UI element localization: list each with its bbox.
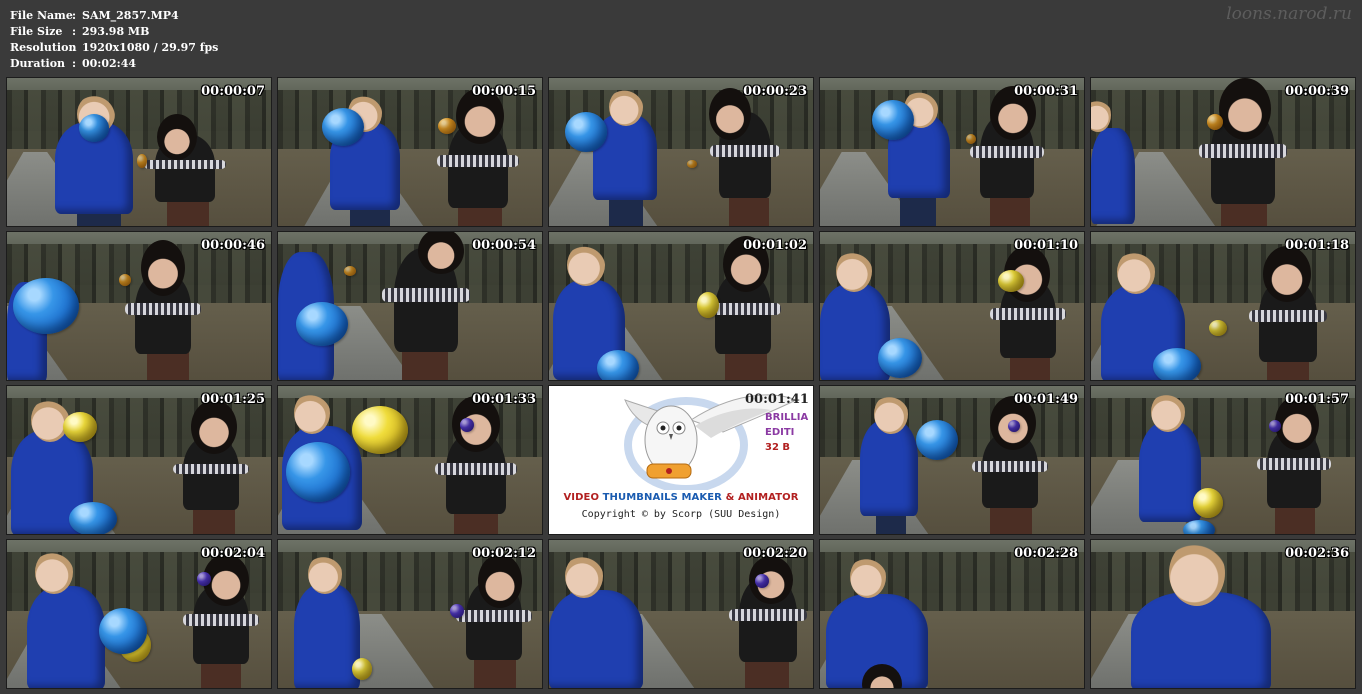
frame-timestamp: 00:01:25 [201,392,265,407]
frame-timestamp: 00:00:31 [1014,84,1078,99]
frame-timestamp: 00:02:12 [472,546,536,561]
info-separator: : [72,25,77,38]
video-frame [1091,540,1355,688]
video-frame [7,540,271,688]
info-value: 1920x1080 / 29.97 fps [82,41,219,54]
video-frame [7,78,271,226]
thumbnail[interactable]: 00:00:46 [6,231,272,381]
thumbnail-grid: 00:00:07 00:00:15 00:00:23 00:00:31 00:0… [6,77,1356,689]
frame-timestamp-overlay: 00:01:41 [745,392,809,407]
frame-timestamp: 00:01:10 [1014,238,1078,253]
info-separator: : [72,9,77,22]
thumbnail[interactable]: 00:01:49 [819,385,1085,535]
video-frame [7,232,271,380]
info-key: Resolution [10,41,77,54]
thumbnail[interactable]: 00:01:57 [1090,385,1356,535]
thumbnail[interactable]: 00:01:25 [6,385,272,535]
frame-timestamp: 00:00:07 [201,84,265,99]
info-separator: : [72,57,77,70]
thumbnail[interactable]: 00:00:07 [6,77,272,227]
thumbnail[interactable]: 00:02:04 [6,539,272,689]
frame-timestamp: 00:00:23 [743,84,807,99]
app-title-part: VIDEO [563,492,603,503]
thumbnail[interactable]: 00:00:23 [548,77,814,227]
thumbnail[interactable]: 00:00:15 [277,77,543,227]
thumbnail[interactable]: 00:01:10 [819,231,1085,381]
video-frame [1091,386,1355,534]
frame-timestamp: 00:01:57 [1285,392,1349,407]
info-row-file-size: File Size : 293.98 MB [10,24,218,40]
thumbnail[interactable]: 00:00:54 [277,231,543,381]
video-frame [820,540,1084,688]
video-frame [278,540,542,688]
info-value: SAM_2857.MP4 [82,9,179,22]
info-key: Duration [10,57,66,70]
frame-timestamp: 00:01:02 [743,238,807,253]
video-frame [7,386,271,534]
video-frame [820,78,1084,226]
info-separator: : [72,41,77,54]
edition-line: EDITI [765,427,795,438]
app-title-part: & ANIMATOR [721,492,799,503]
app-logo-tile: 00:01:41 BRILLIA EDITI 32 B VIDEO THUMBN… [548,385,814,535]
app-title: VIDEO THUMBNAILS MAKER & ANIMATOR [549,492,813,503]
thumbnail[interactable]: 00:01:02 [548,231,814,381]
frame-timestamp: 00:00:46 [201,238,265,253]
info-row-file-name: File Name : SAM_2857.MP4 [10,8,218,24]
frame-timestamp: 00:01:49 [1014,392,1078,407]
video-frame [820,232,1084,380]
frame-timestamp: 00:02:36 [1285,546,1349,561]
frame-timestamp: 00:00:15 [472,84,536,99]
video-frame [549,540,813,688]
info-value: 293.98 MB [82,25,150,38]
frame-timestamp: 00:02:28 [1014,546,1078,561]
info-row-duration: Duration : 00:02:44 [10,56,218,72]
video-frame [278,386,542,534]
app-title-part: THUMBNAILS MAKER [602,492,722,503]
site-watermark: loons.narod.ru [1226,4,1352,24]
info-key: File Size [10,25,63,38]
thumbnail[interactable]: 00:01:33 [277,385,543,535]
info-row-resolution: Resolution : 1920x1080 / 29.97 fps [10,40,218,56]
thumbnail[interactable]: 00:02:12 [277,539,543,689]
frame-timestamp: 00:00:39 [1285,84,1349,99]
edition-line: 32 B [765,442,791,453]
frame-timestamp: 00:02:20 [743,546,807,561]
video-frame [278,232,542,380]
video-frame [1091,232,1355,380]
video-frame [549,78,813,226]
frame-timestamp: 00:01:33 [472,392,536,407]
video-frame [820,386,1084,534]
thumbnail[interactable]: 00:02:20 [548,539,814,689]
file-info-panel: File Name : SAM_2857.MP4 File Size : 293… [10,8,218,72]
edition-label: BRILLIA EDITI 32 B [765,410,813,455]
thumbnail[interactable]: 00:01:18 [1090,231,1356,381]
frame-timestamp: 00:02:04 [201,546,265,561]
video-frame [1091,78,1355,226]
video-frame [278,78,542,226]
copyright-text: Copyright © by Scorp (SUU Design) [581,509,781,520]
frame-timestamp: 00:00:54 [472,238,536,253]
frame-timestamp: 00:01:18 [1285,238,1349,253]
edition-line: BRILLIA [765,412,809,423]
info-value: 00:02:44 [82,57,137,70]
thumbnail[interactable]: 00:00:31 [819,77,1085,227]
thumbnail[interactable]: 00:02:28 [819,539,1085,689]
thumbnail[interactable]: 00:00:39 [1090,77,1356,227]
video-frame [549,232,813,380]
info-key: File Name [10,9,73,22]
thumbnail[interactable]: 00:02:36 [1090,539,1356,689]
